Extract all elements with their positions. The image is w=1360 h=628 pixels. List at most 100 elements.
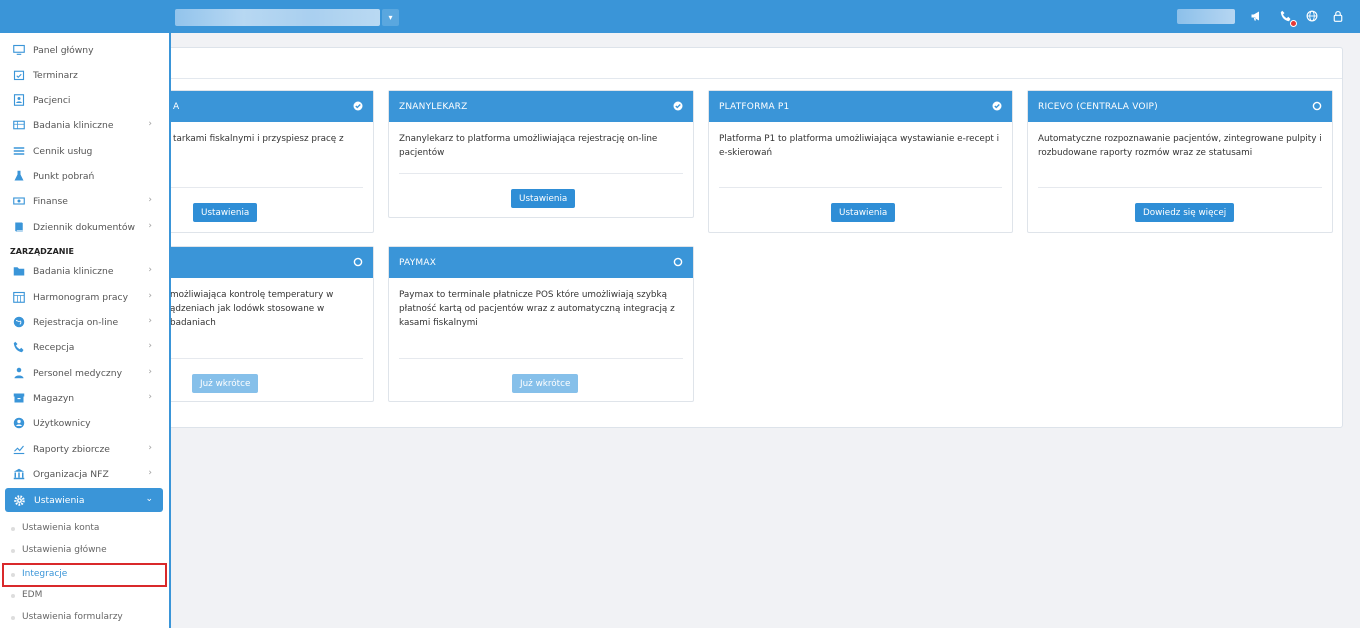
card-header: PAYMAX	[389, 247, 693, 278]
megaphone-icon[interactable]	[1249, 9, 1263, 23]
chevron-right-icon: ›	[148, 341, 152, 351]
sidebar-item-badania-kliniczne[interactable]: Badania kliniczne ›	[0, 113, 169, 137]
settings-button[interactable]: Ustawienia	[831, 203, 896, 222]
sidebar-item-panel-glowny[interactable]: Panel główny	[0, 38, 169, 62]
sidebar-item-label: Panel główny	[33, 44, 94, 56]
notification-dot	[1290, 20, 1297, 27]
submenu-ustawienia-glowne[interactable]: Ustawienia główne	[0, 539, 169, 561]
chevron-right-icon: ›	[148, 291, 152, 301]
chevron-right-icon: ›	[148, 195, 152, 205]
integration-card-ricevo: RICEVO (CENTRALA VOIP) Automatyczne rozp…	[1027, 90, 1333, 233]
submenu-edm[interactable]: EDM	[0, 584, 169, 606]
card-title: PAYMAX	[399, 257, 437, 268]
sidebar-item-uzytkownicy[interactable]: Użytkownicy	[0, 411, 169, 435]
globe-icon	[12, 316, 25, 329]
monitor-icon	[12, 44, 25, 57]
sidebar-item-pacjenci[interactable]: Pacjenci	[0, 88, 169, 112]
chevron-down-icon: ⌄	[145, 494, 153, 504]
card-divider	[1038, 187, 1322, 188]
card-divider	[719, 187, 1002, 188]
sidebar-item-raporty-zbiorcze[interactable]: Raporty zbiorcze ›	[0, 437, 169, 461]
list-icon	[12, 145, 25, 158]
chevron-right-icon: ›	[148, 392, 152, 402]
card-description: Automatyczne rozpoznawanie pacjentów, zi…	[1038, 134, 1322, 158]
sidebar-item-cennik-uslug[interactable]: Cennik usług	[0, 139, 169, 163]
sidebar-item-label: Użytkownicy	[33, 417, 91, 429]
book-icon	[12, 221, 25, 234]
circle-outline-icon	[1312, 101, 1322, 111]
sidebar-item-label: Personel medyczny	[33, 367, 123, 379]
sidebar-item-finanse[interactable]: Finanse ›	[0, 189, 169, 213]
circle-outline-icon	[673, 257, 683, 267]
doctor-icon	[12, 367, 25, 380]
card-divider	[399, 358, 683, 359]
sidebar-item-punkt-pobran[interactable]: Punkt pobrań	[0, 164, 169, 188]
submenu-ustawienia-formularzy[interactable]: Ustawienia formularzy	[0, 606, 169, 628]
sidebar-item-label: Punkt pobrań	[33, 170, 95, 182]
sidebar-item-label: Rejestracja on-line	[33, 316, 119, 328]
sidebar-item-magazyn[interactable]: Magazyn ›	[0, 386, 169, 410]
sidebar-item-label: Pacjenci	[33, 94, 71, 106]
sidebar-item-harmonogram-pracy[interactable]: Harmonogram pracy ›	[0, 285, 169, 309]
sidebar-item-label: Terminarz	[33, 69, 78, 81]
sidebar-item-rejestracja-online[interactable]: Rejestracja on-line ›	[0, 310, 169, 334]
clinic-selector[interactable]	[175, 9, 380, 26]
user-name[interactable]	[1177, 9, 1235, 24]
sidebar-item-label: Organizacja NFZ	[33, 468, 109, 480]
coming-soon-button[interactable]: Już wkrótce	[512, 374, 579, 393]
integration-card-paymax: PAYMAX Paymax to terminale płatnicze POS…	[388, 246, 694, 402]
check-circle-icon	[353, 101, 363, 111]
coming-soon-button[interactable]: Już wkrótce	[192, 374, 259, 393]
sidebar-item-label: Dziennik dokumentów	[33, 221, 136, 233]
calendar-check-icon	[12, 69, 25, 82]
bank-icon	[12, 468, 25, 481]
sidebar-item-label: Recepcja	[33, 341, 75, 353]
sidebar-item-label: Ustawienia	[34, 494, 85, 506]
card-description: Paymax to terminale płatnicze POS które …	[399, 290, 675, 328]
flask-icon	[12, 170, 25, 183]
chevron-right-icon: ›	[148, 367, 152, 377]
user-circle-icon	[12, 417, 25, 430]
card-description: Znanylekarz to platforma umożliwiająca r…	[399, 134, 658, 158]
sidebar-item-ustawienia[interactable]: Ustawienia ⌄	[5, 488, 163, 512]
chevron-right-icon: ›	[148, 443, 152, 453]
sidebar-item-label: Magazyn	[33, 392, 75, 404]
chevron-down-icon[interactable]: ▾	[382, 9, 399, 26]
sidebar-item-label: Badania kliniczne	[33, 119, 114, 131]
calendar-grid-icon	[12, 291, 25, 304]
lock-icon[interactable]	[1331, 9, 1345, 23]
card-description: Platforma P1 to platforma umożliwiająca …	[719, 134, 1000, 158]
phone-icon	[12, 341, 25, 354]
sidebar-item-terminarz[interactable]: Terminarz	[0, 63, 169, 87]
sidebar-item-label: Finanse	[33, 195, 68, 207]
check-circle-icon	[673, 101, 683, 111]
integration-card-platforma-p1: PLATFORMA P1 Platforma P1 to platforma u…	[708, 90, 1013, 233]
settings-button[interactable]: Ustawienia	[193, 203, 258, 222]
card-title: PLATFORMA P1	[719, 101, 790, 112]
sidebar-item-label: Raporty zbiorcze	[33, 443, 110, 455]
chevron-right-icon: ›	[148, 316, 152, 326]
card-header: RICEVO (CENTRALA VOIP)	[1028, 91, 1332, 122]
settings-button[interactable]: Ustawienia	[511, 189, 576, 208]
card-header: PLATFORMA P1	[709, 91, 1012, 122]
sidebar-item-dziennik-dokumentow[interactable]: Dziennik dokumentów ›	[0, 215, 169, 239]
submenu-ustawienia-konta[interactable]: Ustawienia konta	[0, 517, 169, 539]
chevron-right-icon: ›	[148, 265, 152, 275]
sidebar: Panel główny Terminarz Pacjenci Badania …	[0, 33, 171, 628]
logo-area[interactable]	[0, 0, 171, 33]
panel-header	[171, 48, 1342, 79]
learn-more-button[interactable]: Dowiedz się więcej	[1135, 203, 1235, 222]
chart-icon	[12, 443, 25, 456]
card-header: ZNANYLEKARZ	[389, 91, 693, 122]
globe-icon[interactable]	[1305, 9, 1319, 23]
sidebar-item-badania-kliniczne-manage[interactable]: Badania kliniczne ›	[0, 259, 169, 283]
sidebar-item-organizacja-nfz[interactable]: Organizacja NFZ ›	[0, 462, 169, 486]
sidebar-item-personel-medyczny[interactable]: Personel medyczny ›	[0, 361, 169, 385]
sidebar-item-label: Harmonogram pracy	[33, 291, 129, 303]
gear-icon	[13, 494, 26, 507]
integration-card-znanylekarz: ZNANYLEKARZ Znanylekarz to platforma umo…	[388, 90, 694, 218]
sidebar-item-recepcja[interactable]: Recepcja ›	[0, 335, 169, 359]
card-divider	[399, 173, 683, 174]
chevron-right-icon: ›	[148, 221, 152, 231]
folder-icon	[12, 265, 25, 278]
